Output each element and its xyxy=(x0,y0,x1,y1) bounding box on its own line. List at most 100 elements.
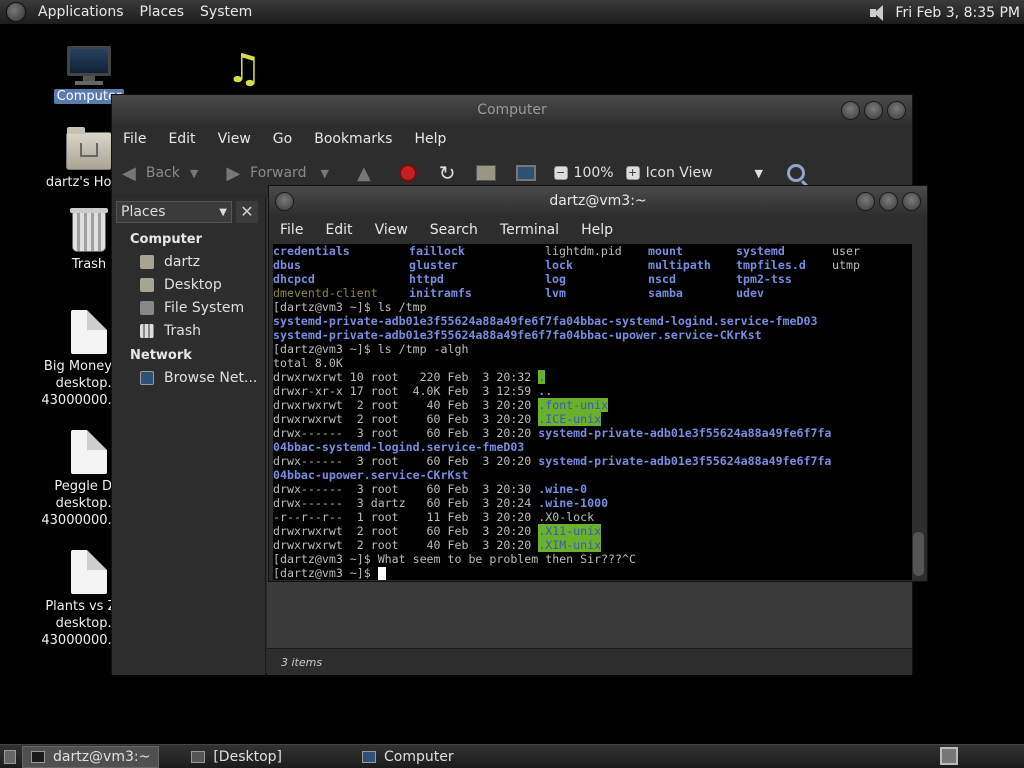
listing-meta: drwx------ 3 root 60 Feb 3 20:20 xyxy=(273,426,539,440)
close-sidebar-icon[interactable]: ✕ xyxy=(236,201,258,223)
places-sidebar: Places ▼ ✕ Computer dartz Desktop File Sy… xyxy=(112,198,266,675)
view-mode-label: Icon View xyxy=(645,165,713,181)
listing-name: .. xyxy=(538,384,553,398)
menu-help[interactable]: Help xyxy=(403,131,457,147)
listing-row: drwx------ 3 dartz 60 Feb 3 20:24 .wine-… xyxy=(273,496,913,510)
maximize-button[interactable] xyxy=(864,101,883,120)
chevron-down-icon: ▼ xyxy=(219,206,227,218)
sidebar-item-dartz[interactable]: dartz xyxy=(112,250,265,273)
terminal-titlebar[interactable]: dartz@vm3:~ xyxy=(269,186,927,216)
computer-icon xyxy=(362,750,377,763)
ls-entry: mount xyxy=(648,244,683,258)
listing-name: .XIM-unix xyxy=(538,538,602,552)
drive-icon xyxy=(140,300,154,315)
menu-view[interactable]: View xyxy=(364,222,419,238)
minimize-button[interactable] xyxy=(856,192,875,211)
terminal-icon xyxy=(31,750,45,763)
terminal-line: [dartz@vm3 ~]$ ls /tmp -algh xyxy=(273,342,469,356)
listing-meta: drwx------ 3 dartz 60 Feb 3 20:24 xyxy=(273,496,539,510)
ls-row: dhcpcd httpd log nscd tpm2-tss xyxy=(273,272,913,286)
terminal-window: dartz@vm3:~ File Edit View Search Termin… xyxy=(268,185,928,582)
ls-entry: credentials xyxy=(273,244,350,258)
top-panel: Applications Places System Fri Feb 3, 8:… xyxy=(0,0,1024,25)
listing-row: drwx------ 3 root 60 Feb 3 20:20 systemd… xyxy=(273,426,913,440)
gnome-foot-icon[interactable] xyxy=(6,2,26,22)
task-terminal[interactable]: dartz@vm3:~ xyxy=(22,745,160,768)
file-manager-titlebar[interactable]: Computer xyxy=(112,95,912,125)
view-mode-select[interactable]: Icon View ▼ xyxy=(646,165,763,181)
stop-icon[interactable] xyxy=(398,164,417,182)
terminal-scrollbar[interactable] xyxy=(912,244,925,580)
menu-help[interactable]: Help xyxy=(570,222,624,238)
ls-entry: lock xyxy=(545,258,573,272)
task-computer[interactable]: Computer xyxy=(354,746,462,768)
text-cursor xyxy=(377,567,386,580)
task-desktop[interactable]: [Desktop] xyxy=(183,746,290,768)
listing-row: drwx------ 3 root 60 Feb 3 20:30 .wine-0 xyxy=(273,482,913,496)
ls-output: credentials faillock lightdm.pid mount syste… xyxy=(273,244,913,300)
forward-button[interactable]: ▶ Forward ▼ xyxy=(226,163,339,184)
places-selector[interactable]: Places ▼ xyxy=(116,201,232,223)
show-desktop-icon[interactable] xyxy=(4,749,16,764)
sidebar-item-trash[interactable]: Trash xyxy=(112,319,265,342)
close-button[interactable] xyxy=(887,101,906,120)
music-note-icon[interactable]: ♫ xyxy=(222,48,266,90)
menu-file[interactable]: File xyxy=(112,131,157,147)
back-label: Back xyxy=(145,165,180,181)
ls-entry: utmp xyxy=(832,258,860,272)
sidebar-item-browse-network[interactable]: Browse Net... xyxy=(112,366,265,389)
zoom-out-button[interactable]: − xyxy=(553,166,568,180)
search-icon[interactable] xyxy=(786,164,805,182)
terminal-output[interactable]: credentials faillock lightdm.pid mount syste… xyxy=(273,244,913,580)
minimize-button[interactable] xyxy=(841,101,860,120)
workspace-switcher[interactable] xyxy=(940,747,958,765)
home-icon[interactable] xyxy=(475,165,496,181)
listing-row: drwxrwxrwt 2 root 40 Feb 3 20:20 .font-u… xyxy=(273,398,913,412)
zoom-level: 100% xyxy=(573,165,614,181)
places-selector-label: Places xyxy=(121,204,166,220)
up-button[interactable]: ▲ xyxy=(357,163,381,184)
sidebar-item-file-system[interactable]: File System xyxy=(112,296,265,319)
ls-row: dmeventd-client initramfs lvm samba udev xyxy=(273,286,913,300)
listing-row: -r--r--r-- 1 root 11 Feb 3 20:20 .X0-loc… xyxy=(273,510,913,524)
menu-search[interactable]: Search xyxy=(419,222,489,238)
listing-name: systemd-private-adb01e3f55624a88a49fe6f7… xyxy=(538,454,832,468)
listing-name: systemd-private-adb01e3f55624a88a49fe6f7… xyxy=(538,426,832,440)
menu-terminal[interactable]: Terminal xyxy=(489,222,570,238)
terminal-line: systemd-private-adb01e3f55624a88a49fe6f7… xyxy=(273,328,762,342)
maximize-button[interactable] xyxy=(879,192,898,211)
menu-edit[interactable]: Edit xyxy=(314,222,363,238)
scrollbar-thumb[interactable] xyxy=(913,532,924,576)
listing-name: .wine-1000 xyxy=(538,496,609,510)
menu-view[interactable]: View xyxy=(207,131,262,147)
desktop-folder-icon xyxy=(140,277,154,292)
terminal-line: [dartz@vm3 ~]$ ls /tmp xyxy=(273,300,427,314)
up-arrow-icon: ▲ xyxy=(356,162,371,184)
menu-places[interactable]: Places xyxy=(132,0,193,25)
sidebar-item-desktop[interactable]: Desktop xyxy=(112,273,265,296)
listing-row: 04bbac-upower.service-CKrKst xyxy=(273,468,913,482)
listing-name: .X0-lock xyxy=(538,510,595,524)
menu-edit[interactable]: Edit xyxy=(157,131,206,147)
ls-entry: log xyxy=(545,272,566,286)
sidebar-item-label: File System xyxy=(164,299,245,316)
ls-entry: gluster xyxy=(409,258,458,272)
back-button[interactable]: ◀ Back ▼ xyxy=(122,163,208,184)
volume-icon[interactable] xyxy=(867,3,889,23)
menu-system[interactable]: System xyxy=(192,0,260,25)
window-menu-button[interactable] xyxy=(275,192,294,211)
listing-name: .font-unix xyxy=(538,398,609,412)
menu-applications[interactable]: Applications xyxy=(30,0,132,25)
menu-go[interactable]: Go xyxy=(262,131,303,147)
clock[interactable]: Fri Feb 3, 8:35 PM xyxy=(895,5,1024,21)
menu-bookmarks[interactable]: Bookmarks xyxy=(303,131,403,147)
zoom-in-button[interactable]: + xyxy=(625,166,640,180)
sidebar-section-network: Network xyxy=(130,348,192,363)
computer-icon[interactable] xyxy=(515,165,536,181)
listing-meta: drwxrwxrwt 2 root 60 Feb 3 20:20 xyxy=(273,524,539,538)
menu-file[interactable]: File xyxy=(269,222,314,238)
reload-icon[interactable]: ↻ xyxy=(439,161,456,185)
window-title: Computer xyxy=(477,102,547,118)
close-button[interactable] xyxy=(902,192,921,211)
listing-row: drwxr-xr-x 17 root 4.0K Feb 3 12:59 .. xyxy=(273,384,913,398)
